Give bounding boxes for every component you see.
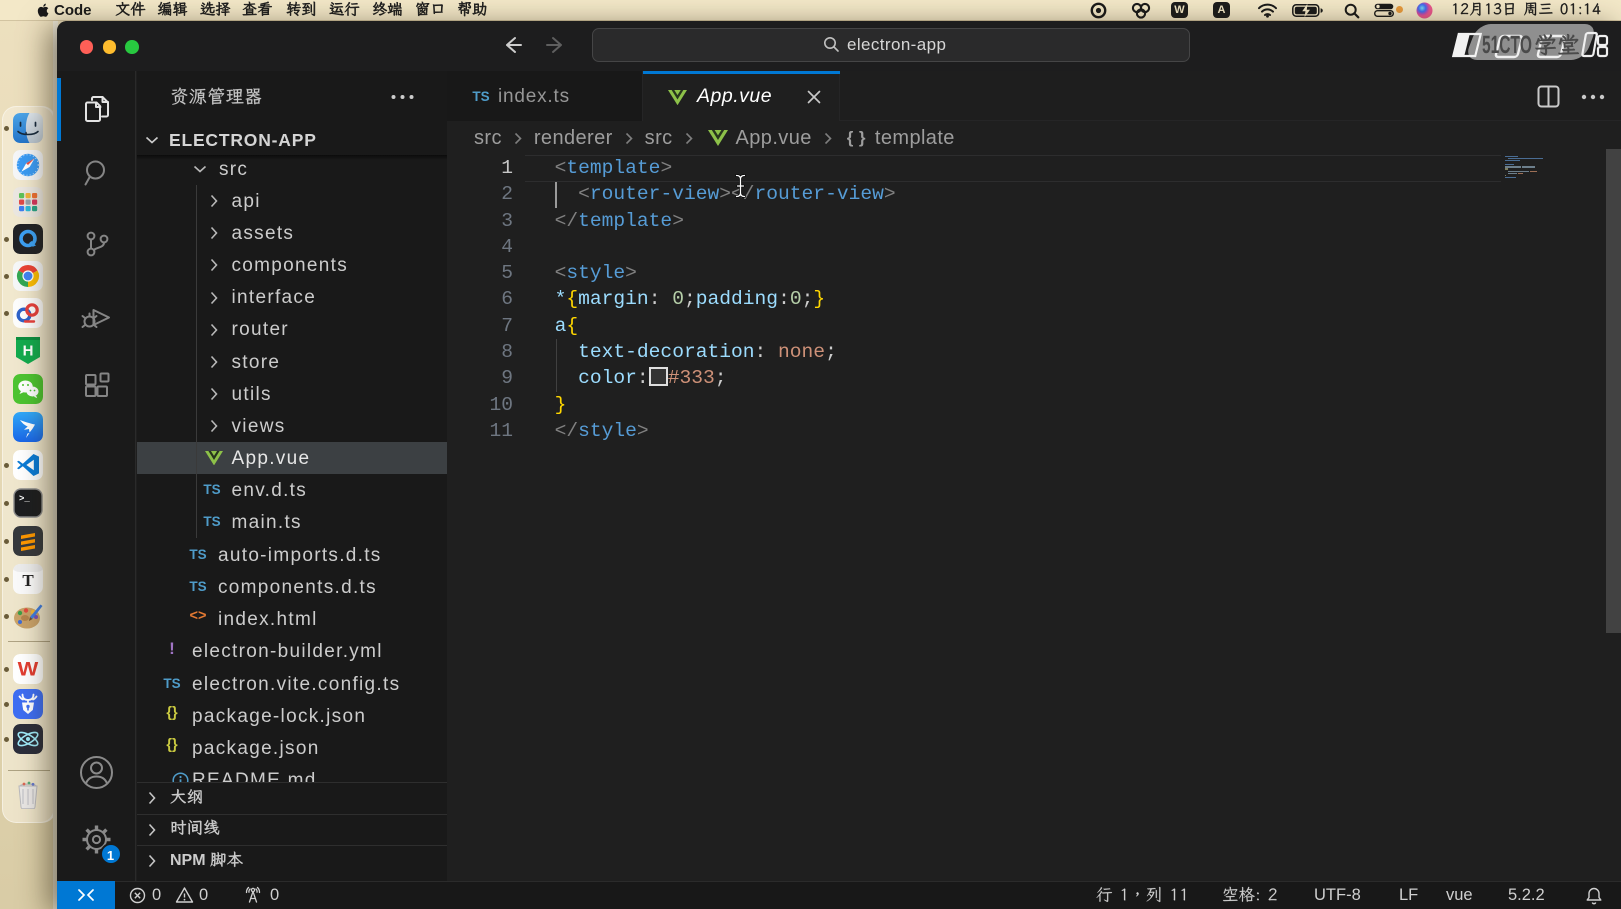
svg-text:>_: >_ bbox=[19, 494, 30, 504]
svg-text:H: H bbox=[23, 343, 34, 360]
svg-text:W: W bbox=[18, 659, 39, 680]
svg-text:T: T bbox=[22, 571, 34, 590]
